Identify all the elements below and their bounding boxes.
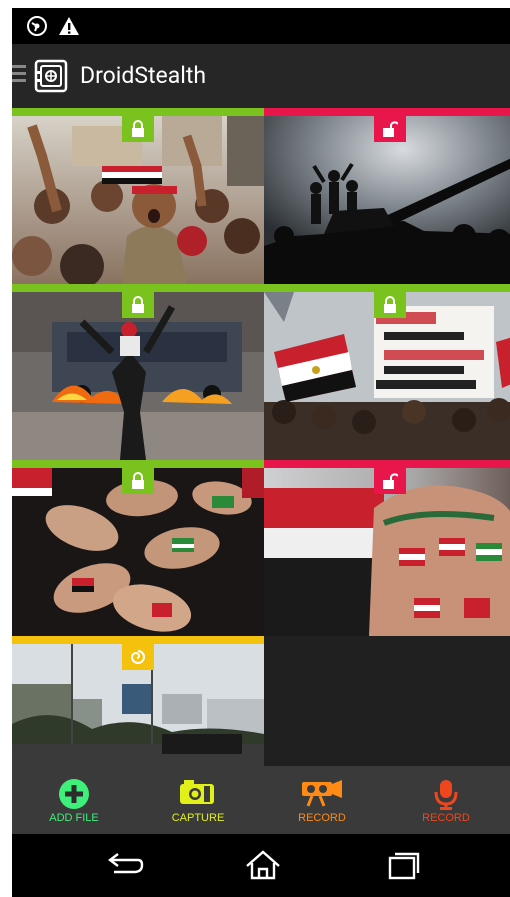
status-bar-pending <box>12 636 264 644</box>
vault-icon[interactable] <box>34 59 68 93</box>
file-tile[interactable] <box>12 284 264 460</box>
device-screen: DroidStealth ADD FILE CAPTURE RECORD REC… <box>12 8 510 897</box>
lock-open-icon <box>383 473 398 489</box>
lock-badge <box>122 292 154 318</box>
record-audio-button[interactable]: RECORD <box>384 766 508 834</box>
video-camera-icon <box>302 780 342 807</box>
status-bar-locked <box>12 460 264 468</box>
status-badge <box>122 644 154 670</box>
status-bar <box>12 8 510 44</box>
file-tile[interactable] <box>12 108 264 284</box>
add-file-label: ADD FILE <box>49 812 99 824</box>
recents-icon[interactable] <box>384 848 424 882</box>
file-tile[interactable] <box>264 460 510 636</box>
add-file-button[interactable]: ADD FILE <box>12 766 136 834</box>
radio-signal-icon <box>27 16 47 36</box>
plus-circle-icon <box>59 779 89 809</box>
bottom-action-bar: ADD FILE CAPTURE RECORD RECORD <box>12 766 510 834</box>
lock-closed-icon <box>132 472 144 489</box>
status-bar-unlocked <box>264 460 510 468</box>
status-bar-unlocked <box>264 108 510 116</box>
lock-badge <box>374 468 406 494</box>
hamburger-icon[interactable] <box>12 65 26 85</box>
status-bar-locked <box>12 108 264 116</box>
lock-closed-icon <box>384 296 396 313</box>
warning-icon <box>59 17 79 35</box>
file-grid <box>12 108 510 766</box>
navigation-bar <box>12 834 510 897</box>
lock-badge <box>122 116 154 142</box>
home-icon[interactable] <box>243 848 283 882</box>
file-tile[interactable] <box>12 636 264 766</box>
app-title: DroidStealth <box>80 62 207 89</box>
record-video-label: RECORD <box>298 812 346 824</box>
spinner-icon <box>130 650 145 664</box>
lock-badge <box>374 292 406 318</box>
lock-badge <box>374 116 406 142</box>
lock-closed-icon <box>132 120 144 137</box>
file-tile[interactable] <box>12 460 264 636</box>
status-bar-locked <box>264 284 510 292</box>
capture-label: CAPTURE <box>171 812 225 824</box>
file-tile[interactable] <box>264 108 510 284</box>
record-audio-label: RECORD <box>422 812 470 824</box>
file-tile[interactable] <box>264 284 510 460</box>
lock-badge <box>122 468 154 494</box>
status-bar-locked <box>12 284 264 292</box>
lock-closed-icon <box>132 296 144 313</box>
microphone-icon <box>434 780 458 810</box>
action-bar: DroidStealth <box>12 44 510 108</box>
back-icon[interactable] <box>104 848 144 882</box>
lock-open-icon <box>383 121 398 137</box>
record-video-button[interactable]: RECORD <box>260 766 384 834</box>
camera-icon <box>180 780 214 804</box>
capture-button[interactable]: CAPTURE <box>136 766 260 834</box>
